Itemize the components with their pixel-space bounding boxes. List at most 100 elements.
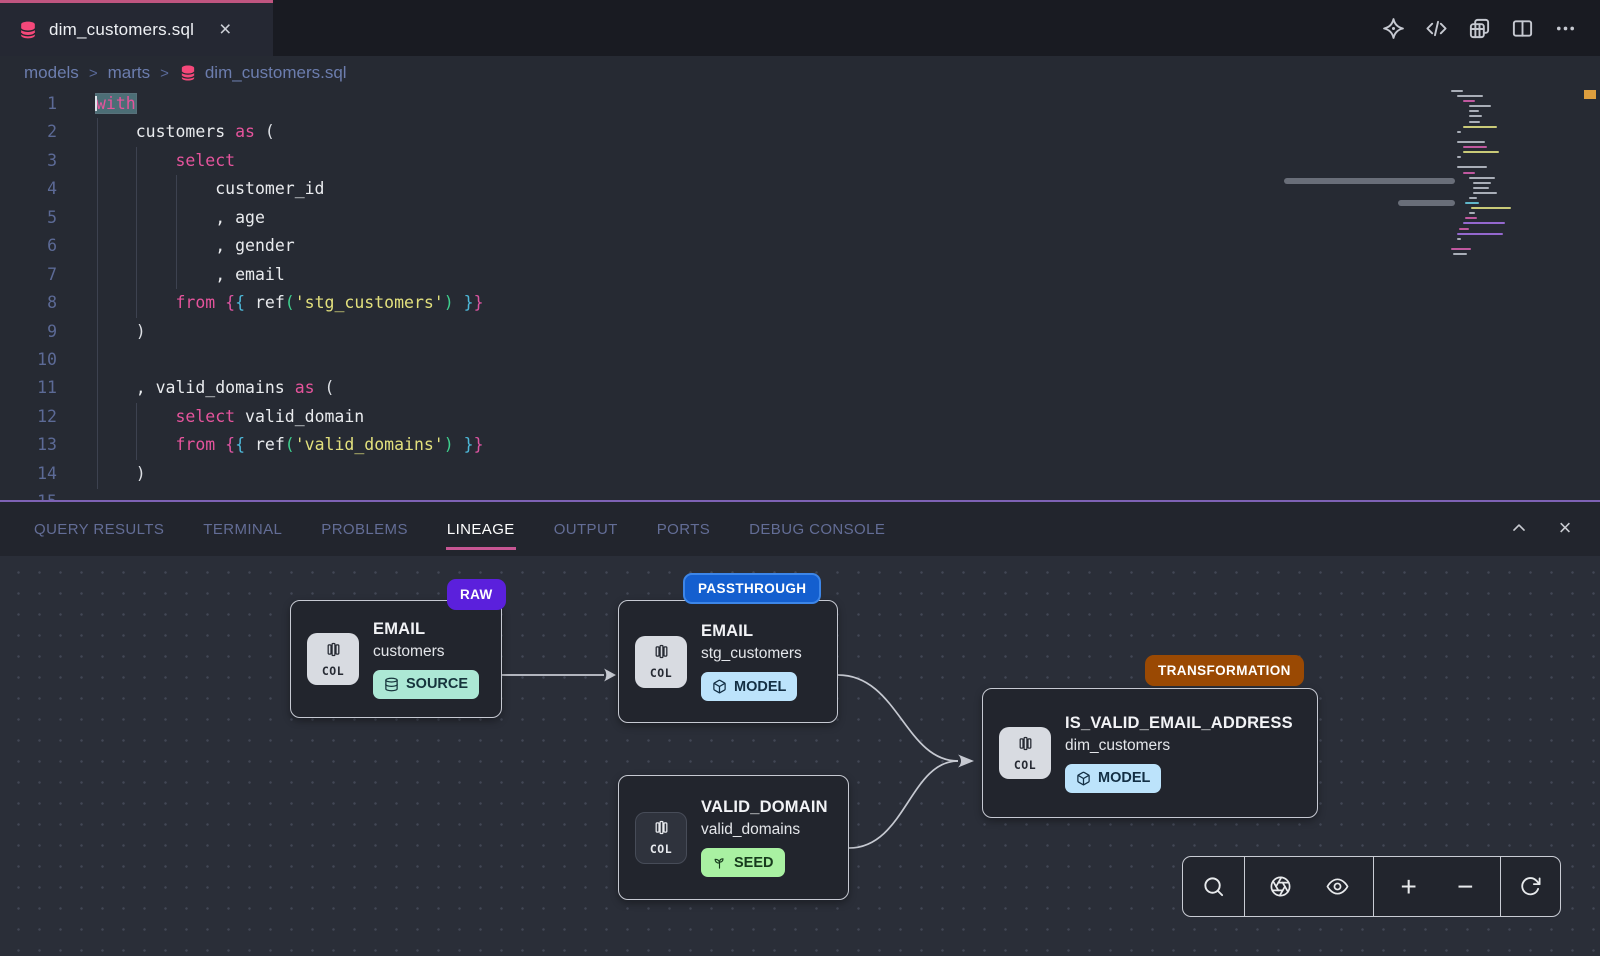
panel-tab-lineage[interactable]: LINEAGE bbox=[446, 502, 516, 554]
passthrough-tag: PASSTHROUGH bbox=[683, 573, 821, 604]
code-lines: with customers as ( select customer_id ,… bbox=[96, 90, 1500, 500]
panel-tab-terminal[interactable]: TERMINAL bbox=[202, 502, 283, 554]
breadcrumb-file[interactable]: dim_customers.sql bbox=[179, 63, 347, 83]
chevron-up-icon[interactable] bbox=[1504, 513, 1534, 543]
columns-icon bbox=[653, 819, 670, 841]
tab-title: dim_customers.sql bbox=[49, 20, 194, 40]
toolbar-group bbox=[1500, 857, 1559, 916]
node-title: IS_VALID_EMAIL_ADDRESS bbox=[1065, 714, 1293, 733]
code-line[interactable]: ) bbox=[96, 460, 1500, 488]
badge-label: SEED bbox=[734, 855, 774, 871]
seed-badge: SEED bbox=[701, 848, 785, 877]
code-line[interactable]: from {{ ref('valid_domains') }} bbox=[96, 431, 1500, 459]
lineage-toolbar: +− bbox=[1182, 856, 1561, 917]
node-body: IS_VALID_EMAIL_ADDRESSdim_customersMODEL bbox=[1065, 714, 1293, 793]
database-icon bbox=[18, 20, 38, 40]
breadcrumb-marts[interactable]: marts bbox=[108, 63, 151, 83]
toolbar-group: +− bbox=[1373, 857, 1500, 916]
line-number: 9 bbox=[0, 318, 57, 346]
sprout-icon bbox=[712, 855, 727, 870]
node-title: EMAIL bbox=[373, 620, 479, 639]
panel-tab-label: LINEAGE bbox=[446, 506, 516, 550]
line-number: 10 bbox=[0, 346, 57, 374]
chip-label: COL bbox=[1014, 758, 1036, 772]
badge-label: SOURCE bbox=[406, 676, 468, 692]
lineage-zoom-in-button[interactable]: + bbox=[1387, 857, 1431, 916]
dbt-icon[interactable] bbox=[1376, 11, 1410, 45]
panel-tab-debug-console[interactable]: DEBUG CONSOLE bbox=[748, 502, 886, 554]
panel-tab-output[interactable]: OUTPUT bbox=[553, 502, 619, 554]
breadcrumb-models[interactable]: models bbox=[24, 63, 79, 83]
code-icon[interactable] bbox=[1419, 11, 1453, 45]
line-number: 4 bbox=[0, 175, 57, 203]
column-chip: COL bbox=[307, 633, 359, 685]
node-title: VALID_DOMAIN bbox=[701, 798, 828, 817]
node-body: EMAILstg_customersMODEL bbox=[701, 622, 802, 701]
gutter: 123456789101112131415 bbox=[0, 90, 57, 500]
panel-tab-strip: QUERY RESULTS TERMINAL PROBLEMS LINEAGE OUTP… bbox=[0, 502, 1600, 554]
lineage-canvas[interactable]: COL EMAIL customers SOURCE RAW COL EMAIL stg_cu… bbox=[0, 556, 1600, 956]
line-number: 12 bbox=[0, 403, 57, 431]
node-title: EMAIL bbox=[701, 622, 802, 641]
lineage-search-button[interactable] bbox=[1192, 857, 1236, 916]
line-number: 14 bbox=[0, 460, 57, 488]
code-line[interactable]: select valid_domain bbox=[96, 403, 1500, 431]
chevron-right-icon: > bbox=[89, 65, 98, 82]
model-badge: MODEL bbox=[1065, 764, 1161, 793]
tab-dim-customers-sql[interactable]: dim_customers.sql × bbox=[0, 0, 273, 56]
code-line[interactable]: , gender bbox=[96, 232, 1500, 260]
box-icon bbox=[712, 679, 727, 694]
line-number: 13 bbox=[0, 431, 57, 459]
code-line[interactable] bbox=[96, 346, 1500, 374]
lineage-zoom-out-button[interactable]: − bbox=[1443, 857, 1487, 916]
code-line[interactable]: ) bbox=[96, 318, 1500, 346]
decoration-bar bbox=[1284, 178, 1455, 184]
panel-tab-ports[interactable]: PORTS bbox=[656, 502, 711, 554]
node-subtitle: stg_customers bbox=[701, 645, 802, 663]
line-number: 1 bbox=[0, 90, 57, 118]
code-line[interactable]: customers as ( bbox=[96, 118, 1500, 146]
lineage-eye-button[interactable] bbox=[1316, 857, 1360, 916]
panel-tab-label: TERMINAL bbox=[202, 506, 283, 550]
lineage-refresh-button[interactable] bbox=[1508, 857, 1552, 916]
transformation-tag: TRANSFORMATION bbox=[1145, 655, 1304, 686]
panel-tab-query-results[interactable]: QUERY RESULTS bbox=[33, 502, 165, 554]
raw-tag: RAW bbox=[447, 579, 506, 610]
toolbar-group bbox=[1183, 857, 1244, 916]
panel-tab-problems[interactable]: PROBLEMS bbox=[320, 502, 409, 554]
node-body: EMAIL customers SOURCE bbox=[373, 620, 479, 699]
source-badge: SOURCE bbox=[373, 670, 479, 699]
code-line[interactable]: , valid_domains as ( bbox=[96, 374, 1500, 402]
code-line[interactable]: , age bbox=[96, 204, 1500, 232]
columns-icon bbox=[653, 643, 670, 665]
close-icon[interactable]: × bbox=[1550, 513, 1580, 543]
lineage-node-valid-domain-valid-domains[interactable]: COLVALID_DOMAINvalid_domainsSEED bbox=[618, 775, 849, 900]
split-editor-icon[interactable] bbox=[1505, 11, 1539, 45]
lineage-aperture-button[interactable] bbox=[1258, 857, 1302, 916]
panel-tab-label: QUERY RESULTS bbox=[33, 506, 165, 550]
lineage-node-is-valid-email-address-dim-customers[interactable]: COL IS_VALID_EMAIL_ADDRESSdim_customersMO… bbox=[982, 688, 1318, 818]
lineage-node-email-stg-customers[interactable]: COLEMAILstg_customersMODEL bbox=[618, 600, 838, 723]
copy-table-icon[interactable] bbox=[1462, 11, 1496, 45]
code-line[interactable]: with bbox=[96, 90, 1500, 118]
chevron-right-icon: > bbox=[160, 65, 169, 82]
code-editor[interactable]: 123456789101112131415 with customers as … bbox=[0, 90, 1600, 500]
column-chip: COL bbox=[999, 727, 1051, 779]
panel-tab-label: PORTS bbox=[656, 506, 711, 550]
code-line[interactable]: select bbox=[96, 147, 1500, 175]
lineage-node-email-customers[interactable]: COL EMAIL customers SOURCE bbox=[290, 600, 502, 718]
column-chip: COL bbox=[635, 812, 687, 864]
close-icon[interactable]: × bbox=[219, 19, 231, 40]
code-line[interactable] bbox=[96, 488, 1500, 500]
minimap[interactable] bbox=[1449, 90, 1533, 275]
code-line[interactable]: , email bbox=[96, 261, 1500, 289]
columns-icon bbox=[1017, 735, 1034, 757]
code-line[interactable]: from {{ ref('stg_customers') }} bbox=[96, 289, 1500, 317]
chip-label: COL bbox=[650, 842, 672, 856]
more-icon[interactable] bbox=[1548, 11, 1582, 45]
node-subtitle: customers bbox=[373, 643, 479, 661]
zoom-in-icon: + bbox=[1400, 873, 1416, 901]
line-number: 7 bbox=[0, 261, 57, 289]
chip-label: COL bbox=[650, 666, 672, 680]
columns-icon bbox=[325, 641, 342, 663]
